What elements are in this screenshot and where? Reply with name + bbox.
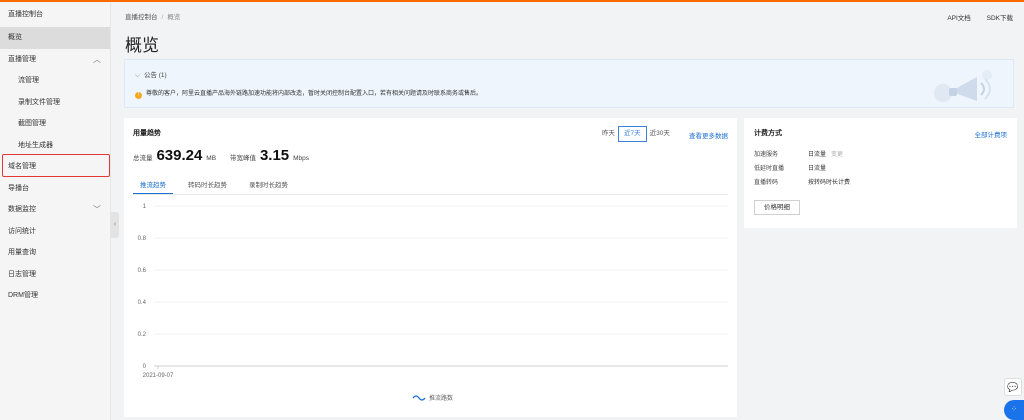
breadcrumb-current: 概览 (167, 14, 181, 21)
sdk-download-link[interactable]: SDK下载 (987, 15, 1013, 22)
sidebar-item[interactable]: 访问统计 (0, 221, 110, 243)
peak-bandwidth-unit: Mbps (293, 155, 310, 162)
y-tick-label: 0.8 (138, 236, 147, 242)
trend-tab[interactable]: 录制时长趋势 (242, 179, 295, 194)
usage-trend-panel: 用量趋势 昨天 近7天 近30天 查看更多数据 总流量 639.24 MB 带宽峰值… (124, 118, 737, 417)
sidebar-item-label: 数据监控 (8, 206, 36, 213)
sidebar-item-label: DRM管理 (8, 292, 38, 299)
sidebar-item-label: 日志管理 (8, 270, 36, 278)
billing-row: 低延时直播 日流量 (754, 163, 826, 172)
sidebar-item-label: 流管理 (18, 77, 39, 84)
billing-item-method: 日流量 (808, 166, 827, 172)
breadcrumb-root[interactable]: 直播控制台 (125, 14, 158, 21)
push-stream-trend-chart: 1 0.8 0.6 0.4 0.2 0 2021-09-07 推流路数 (138, 204, 728, 402)
announcement-header[interactable]: ⌵ 公告 (1) (135, 69, 167, 80)
assistant-icon[interactable]: ⁘ (1004, 400, 1024, 420)
view-more-data-link[interactable]: 查看更多数据 (689, 130, 728, 140)
sidebar-item[interactable]: 概览 (0, 27, 110, 49)
sidebar-item-label: 访问统计 (8, 227, 36, 235)
total-traffic-value: 639.24 (156, 147, 203, 164)
announcement-message: ! 尊敬的客户，阿里云直播产品海外链路加速功能将内部改造，暂时关闭控制台配置入口，… (135, 88, 482, 99)
peak-bandwidth-label: 带宽峰值 (230, 155, 256, 162)
billing-row: 直播转码 按转码时长计费 (754, 177, 850, 186)
announcement-text: 尊敬的客户，阿里云直播产品海外链路加速功能将内部改造，暂时关闭控制台配置入口，若… (146, 91, 483, 97)
sidebar-item-label: 地址生成器 (18, 141, 53, 149)
sidebar-item[interactable]: 录制文件管理 (0, 92, 110, 114)
chevron-down-icon: ⌵ (135, 72, 140, 79)
sidebar-item[interactable]: 地址生成器 (0, 135, 110, 157)
sidebar-item-label: 导播台 (8, 184, 29, 192)
trend-tab[interactable]: 转码时长趋势 (181, 179, 234, 194)
sidebar-item-label: 用量查询 (8, 249, 36, 256)
chat-icon[interactable]: 💬 (1004, 378, 1022, 396)
trend-tab[interactable]: 推流趋势 (133, 179, 173, 194)
trend-tabs: 推流趋势 转码时长趋势 录制时长趋势 (133, 179, 728, 195)
page-title: 概览 (125, 36, 159, 55)
sidebar-title: 直播控制台 (8, 11, 43, 18)
all-billing-items-link[interactable]: 全部计费项 (975, 129, 1008, 139)
y-tick-label: 1 (143, 204, 147, 210)
billing-item-name: 低延时直播 (754, 166, 785, 172)
date-range-option[interactable]: 昨天 (599, 126, 618, 142)
sidebar-item[interactable]: DRM管理 (0, 285, 110, 307)
announcement-panel: ⌵ 公告 (1) ! 尊敬的客户，阿里云直播产品海外链路加速功能将内部改造，暂时关闭… (124, 59, 1014, 108)
total-traffic-label: 总流量 (133, 155, 153, 162)
total-traffic-unit: MB (206, 155, 217, 162)
billing-item-name: 加速服务 (754, 152, 779, 158)
billing-method-panel: 计费方式 全部计费项 加速服务 日流量 变更 低延时直播 日流量 直播转码 按转码时长计费 … (744, 118, 1017, 228)
legend-series-icon (412, 395, 426, 401)
chevron-down-icon: ﹀ (93, 205, 101, 214)
sidebar-item[interactable]: 导播台 (0, 178, 110, 200)
sidebar: 直播控制台 概览 直播管理 ︿ 流管理 录制文件管理 截图管理 地址生成器 域名管理 导播台 数据… (0, 2, 111, 420)
breadcrumb-separator: / (161, 14, 164, 21)
sidebar-item-label: 截图管理 (18, 120, 46, 127)
billing-item-name: 直播转码 (754, 180, 779, 186)
sidebar-item[interactable]: 用量查询 (0, 242, 110, 264)
sidebar-item[interactable]: 日志管理 (0, 264, 110, 286)
billing-method-title: 计费方式 (754, 130, 782, 137)
sidebar-item[interactable]: 流管理 (0, 70, 110, 92)
sidebar-item-label: 概览 (8, 34, 22, 41)
breadcrumb: 直播控制台 / 概览 (125, 11, 180, 21)
peak-bandwidth-value: 3.15 (259, 147, 290, 164)
top-links: API文档 SDK下载 (933, 12, 1013, 22)
sidebar-item[interactable]: 数据监控 ﹀ (0, 199, 110, 221)
date-range-option[interactable]: 近30天 (647, 126, 673, 142)
billing-row: 加速服务 日流量 变更 (754, 149, 843, 158)
chevron-up-icon: ︿ (93, 54, 101, 64)
legend-series-label: 推流路数 (429, 394, 453, 402)
y-tick-label: 0.4 (138, 300, 147, 306)
y-tick-label: 0.6 (138, 268, 147, 274)
change-billing-link[interactable]: 变更 (831, 152, 843, 158)
billing-item-method: 日流量 (808, 152, 827, 158)
billing-item-method: 按转码时长计费 (808, 180, 851, 186)
price-details-button[interactable]: 价格明细 (754, 200, 800, 215)
api-docs-link[interactable]: API文档 (947, 15, 970, 22)
annotation-highlight-box (2, 154, 110, 177)
warning-icon: ! (135, 92, 142, 99)
sidebar-item-label: 直播管理 (8, 55, 36, 63)
usage-metrics: 总流量 639.24 MB 带宽峰值 3.15 Mbps (133, 147, 321, 164)
megaphone-illustration-icon (934, 70, 992, 102)
y-tick-label: 0 (143, 364, 147, 370)
sidebar-item[interactable]: 直播管理 ︿ (0, 49, 110, 71)
y-tick-label: 0.2 (138, 332, 147, 338)
date-range-option[interactable]: 近7天 (618, 126, 647, 142)
sidebar-item-label: 录制文件管理 (18, 98, 60, 106)
main-content: 直播控制台 / 概览 API文档 SDK下载 概览 ⌵ 公告 (1) ! 尊敬的客户，阿… (119, 2, 1024, 420)
announcement-title: 公告 (1) (143, 72, 167, 79)
sidebar-collapse-handle[interactable]: ‹ (111, 212, 119, 238)
x-tick-label: 2021-09-07 (143, 373, 174, 379)
usage-trend-title: 用量趋势 (133, 130, 161, 137)
date-range-selector: 昨天 近7天 近30天 (599, 126, 673, 142)
sidebar-item[interactable]: 截图管理 (0, 113, 110, 135)
